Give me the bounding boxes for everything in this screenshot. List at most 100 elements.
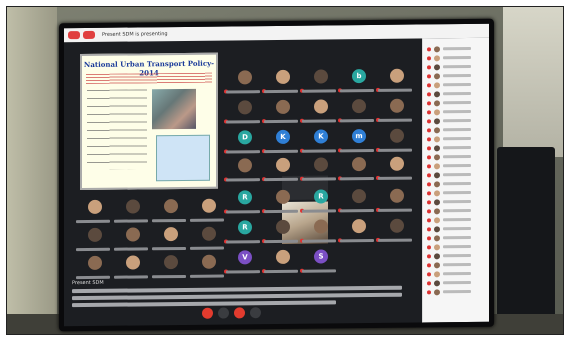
participant-avatar: V	[238, 250, 252, 265]
panel-participant-name	[443, 109, 471, 114]
recording-indicator	[68, 31, 80, 40]
participant-name	[340, 118, 374, 123]
panel-avatar	[434, 117, 440, 124]
muted-mic-icon	[427, 73, 431, 78]
participant-avatar: b	[352, 69, 366, 84]
muted-mic-icon	[427, 181, 431, 186]
muted-mic-icon	[427, 199, 431, 204]
participant-name	[226, 90, 260, 94]
participant-avatar	[314, 69, 328, 84]
participant-avatar	[390, 68, 404, 83]
participant-name	[76, 247, 110, 252]
slide-bullet-list	[87, 89, 147, 170]
caption-line	[72, 285, 402, 294]
participant-name	[226, 150, 260, 154]
participant-avatar	[390, 128, 404, 143]
participant-name	[190, 246, 224, 250]
more-button[interactable]	[218, 307, 229, 319]
panel-participant-name	[443, 181, 471, 186]
muted-mic-icon	[427, 46, 431, 51]
panel-participant-name	[443, 145, 471, 150]
panel-participant-name	[443, 244, 471, 249]
participant-avatar	[126, 255, 140, 270]
panel-participant-row[interactable]	[423, 287, 489, 297]
panel-avatar	[434, 270, 440, 277]
participant-name	[340, 176, 374, 181]
participant-avatar	[314, 157, 328, 172]
participant-avatar	[202, 254, 216, 269]
panel-participant-name	[443, 73, 471, 78]
participant-name	[264, 269, 298, 274]
mic-button[interactable]	[202, 307, 213, 319]
share-button[interactable]	[250, 307, 261, 319]
participant-name	[190, 274, 224, 278]
participant-name	[302, 149, 336, 153]
muted-mic-icon	[427, 145, 431, 150]
camera-button[interactable]	[234, 307, 245, 319]
participant-avatar	[88, 255, 102, 270]
panel-participant-name	[443, 217, 471, 222]
slide-street-photo	[152, 88, 196, 130]
participants-panel	[422, 37, 489, 323]
participant-avatar	[238, 158, 252, 173]
participant-name	[264, 89, 298, 94]
panel-avatar	[434, 99, 440, 106]
call-controls	[194, 306, 284, 321]
muted-mic-icon	[427, 190, 431, 195]
caption-line	[72, 292, 402, 301]
muted-mic-icon	[427, 271, 431, 276]
panel-participant-name	[443, 289, 471, 294]
muted-mic-icon	[427, 100, 431, 105]
participant-avatar	[202, 198, 216, 213]
participant-name	[114, 247, 148, 251]
panel-avatar	[434, 144, 440, 151]
participant-avatar	[352, 219, 366, 234]
participant-avatar	[352, 157, 366, 172]
participant-name	[378, 148, 412, 152]
muted-mic-icon	[427, 118, 431, 123]
participant-tile[interactable]	[374, 214, 420, 248]
muted-mic-icon	[427, 172, 431, 177]
muted-mic-icon	[427, 226, 431, 231]
participant-avatar	[390, 218, 404, 233]
participant-avatar: S	[314, 249, 328, 264]
muted-mic-icon	[427, 136, 431, 141]
participant-avatar	[352, 189, 366, 204]
panel-avatar	[434, 162, 440, 169]
participant-avatar	[352, 99, 366, 114]
live-indicator	[83, 30, 95, 40]
panel-avatar	[434, 81, 440, 88]
participant-tile[interactable]	[186, 250, 232, 284]
muted-mic-icon	[427, 82, 431, 87]
participant-avatar: m	[352, 129, 366, 144]
participant-name	[340, 88, 374, 93]
participant-avatar: D	[238, 130, 252, 145]
panel-avatar	[434, 252, 440, 259]
participant-tile[interactable]	[374, 152, 420, 186]
speaker-cabinet	[497, 147, 555, 334]
muted-mic-icon	[427, 127, 431, 132]
panel-avatar	[434, 216, 440, 223]
panel-avatar	[434, 288, 440, 295]
panel-participant-name	[443, 190, 471, 195]
panel-participant-name	[443, 82, 471, 87]
participant-name	[302, 177, 336, 181]
slide-diagram	[156, 134, 210, 182]
muted-mic-icon	[427, 154, 431, 159]
panel-avatar	[434, 207, 440, 214]
participant-name	[340, 238, 374, 243]
participant-name	[226, 120, 260, 124]
muted-mic-icon	[427, 55, 431, 60]
participant-avatar	[276, 157, 290, 173]
participant-list	[423, 44, 489, 297]
panel-participant-name	[443, 262, 471, 267]
panel-avatar	[434, 180, 440, 187]
participant-name	[378, 118, 412, 122]
participant-name	[340, 148, 374, 153]
participant-tile[interactable]: S	[298, 245, 344, 279]
participant-name	[114, 219, 148, 223]
muted-mic-icon	[427, 280, 431, 285]
panel-avatar	[434, 171, 440, 178]
panel-participant-name	[443, 55, 471, 60]
participant-avatar: R	[238, 220, 252, 235]
